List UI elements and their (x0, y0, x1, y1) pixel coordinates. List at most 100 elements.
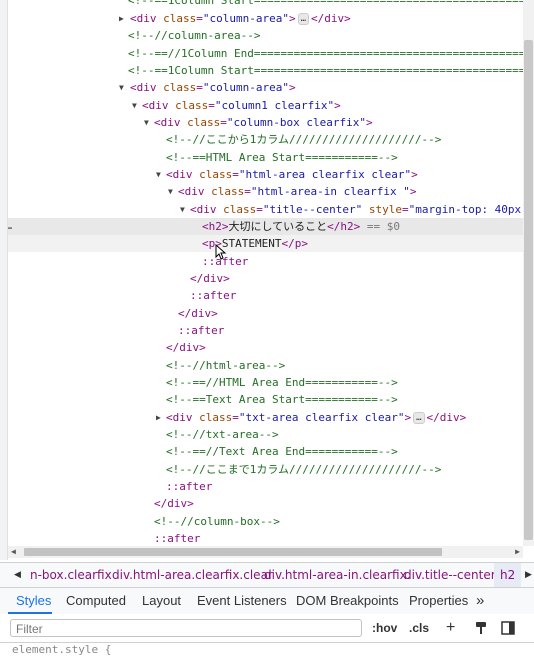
tree-row[interactable]: <!--==HTML Area Start===========--> (8, 149, 523, 166)
tree-row[interactable]: ▼ <div class="html-area-in clearfix "> (8, 183, 523, 200)
breadcrumb-item[interactable]: div.html-area.clearfix.clear (112, 563, 273, 587)
tree-row[interactable]: <!--==1Column Start=====================… (8, 0, 523, 9)
tree-row-selected[interactable]: … <h2>大切にしていること</h2> == $0 (8, 218, 523, 235)
expand-arrow-icon[interactable]: ▶ (119, 10, 124, 27)
element-node: <div class="html-area-in clearfix "> (178, 185, 417, 198)
tree-row[interactable]: <!--//ここから1カラム////////////////////--> (8, 131, 523, 148)
breadcrumb-item[interactable]: n-box.clearfix (30, 563, 112, 587)
pseudo-element-node: ::after (166, 480, 213, 493)
collapse-arrow-icon[interactable]: ▼ (119, 79, 124, 96)
comment-node: <!--==//1Column End=====================… (128, 47, 523, 60)
tree-row[interactable]: ::after (8, 287, 523, 304)
pseudo-element-node: ::after (202, 255, 249, 268)
breadcrumb-item-active[interactable]: h2 (494, 563, 522, 587)
ellipsis-button[interactable]: … (413, 412, 425, 424)
tree-row[interactable]: ▼ <div class="title--center" style="marg… (8, 201, 523, 218)
breadcrumb-left-icon[interactable]: ◀ (14, 563, 21, 587)
collapse-arrow-icon[interactable]: ▼ (156, 166, 161, 183)
scroll-right-icon[interactable]: ▶ (515, 546, 520, 558)
more-options-icon[interactable]: … (8, 218, 12, 235)
tree-row[interactable]: ▼ <div class="column1 clearfix"> (8, 97, 523, 114)
comment-node: <!--==Text Area Start===========--> (166, 393, 398, 406)
tree-row[interactable]: <p>STATEMENT</p> (8, 235, 523, 260)
scroll-left-icon[interactable]: ◀ (11, 546, 16, 558)
new-style-rule-button[interactable]: + (446, 618, 455, 638)
tab-properties[interactable]: Properties (409, 588, 468, 614)
comment-node: <!--==1Column Start=====================… (128, 0, 523, 7)
tree-row[interactable]: </div> (8, 270, 523, 287)
pseudo-element-node: ::after (190, 289, 237, 302)
tree-row[interactable]: <!--//column-area--> (8, 27, 523, 44)
collapse-arrow-icon[interactable]: ▼ (132, 97, 137, 114)
tree-row[interactable]: ::after (8, 322, 523, 339)
tab-dom-breakpoints[interactable]: DOM Breakpoints (296, 588, 399, 614)
tree-row[interactable]: </div> (8, 495, 523, 512)
filter-input[interactable]: Filter (10, 619, 362, 637)
tree-row[interactable]: <!--==1Column Start=====================… (8, 62, 523, 79)
comment-node: <!--//ここまで1カラム////////////////////--> (166, 463, 442, 476)
tree-row[interactable]: <!--==//HTML Area End===========--> (8, 374, 523, 391)
element-node: <div class="column-box clearfix"> (154, 116, 373, 129)
paint-brush-icon[interactable] (474, 621, 488, 635)
expand-arrow-icon[interactable]: ▶ (156, 409, 161, 426)
tree-row[interactable]: ▶ <div class="column-area">… </div> (8, 10, 523, 27)
pseudo-element-node: ::after (154, 532, 201, 545)
tree-row[interactable]: ::after (8, 478, 523, 495)
tab-computed[interactable]: Computed (66, 588, 126, 614)
tree-row[interactable]: ▼ <div class="column-area"> (8, 79, 523, 96)
tree-row[interactable]: ::after (8, 530, 523, 546)
horizontal-scrollbar[interactable]: ◀ ▶ (8, 546, 523, 558)
tree-row[interactable]: <!--==Text Area Start===========--> (8, 391, 523, 408)
ellipsis-button[interactable]: … (297, 13, 310, 25)
tree-row[interactable]: ::after (8, 253, 523, 270)
tree-row[interactable]: </div> (8, 305, 523, 322)
tree-row[interactable]: <!--//column-box--> (8, 513, 523, 530)
element-node: <h2>大切にしていること</h2> == $0 (202, 220, 401, 233)
more-tabs-icon[interactable]: » (476, 588, 484, 614)
class-button[interactable]: .cls (409, 618, 429, 638)
element-node: <div class="html-area clearfix clear"> (166, 168, 418, 181)
vertical-scrollbar[interactable] (523, 0, 534, 546)
horizontal-scrollbar-thumb[interactable] (24, 548, 442, 556)
closing-tag: </div> (166, 341, 206, 354)
tree-row[interactable]: ▶ <div class="txt-area clearfix clear">…… (8, 409, 523, 426)
tree-row[interactable]: ▼ <div class="html-area clearfix clear"> (8, 166, 523, 183)
breadcrumb-item[interactable]: div.html-area-in.clearfix. (264, 563, 411, 587)
closing-tag: </div> (190, 272, 230, 285)
element-style-rule[interactable]: element.style { (12, 643, 111, 657)
tree-row[interactable]: <!--==//1Column End=====================… (8, 45, 523, 62)
comment-node: <!--//html-area--> (166, 359, 286, 372)
comment-node: <!--//ここから1カラム////////////////////--> (166, 133, 442, 146)
collapse-arrow-icon[interactable]: ▼ (168, 183, 173, 200)
element-node: <div class="column1 clearfix"> (142, 99, 341, 112)
closing-tag: </div> (178, 307, 218, 320)
hover-state-button[interactable]: :hov (372, 618, 397, 638)
element-node: <div class="column-area">… </div> (130, 12, 351, 25)
tree-row[interactable]: <!--//ここまで1カラム////////////////////--> (8, 461, 523, 478)
comment-node: <!--==//Text Area End===========--> (166, 445, 398, 458)
comment-node: <!--==1Column Start=====================… (128, 64, 523, 77)
tree-row[interactable]: <!--//html-area--> (8, 357, 523, 374)
pseudo-element-node: ::after (178, 324, 225, 337)
tree-row[interactable]: ▼ <div class="column-box clearfix"> (8, 114, 523, 131)
tree-row[interactable]: </div> (8, 339, 523, 356)
tree-row[interactable]: <!--//txt-area--> (8, 426, 523, 443)
breadcrumb-item[interactable]: div.title--center (404, 563, 496, 587)
elements-tree[interactable]: <!--==1Column Start=====================… (8, 0, 523, 546)
collapse-arrow-icon[interactable]: ▼ (144, 114, 149, 131)
element-node: <div class="column-area"> (130, 81, 296, 94)
comment-node: <!--==HTML Area Start===========--> (166, 151, 398, 164)
vertical-scrollbar-thumb[interactable] (524, 40, 533, 540)
breadcrumb-right-icon[interactable]: ▶ (525, 563, 532, 587)
collapse-arrow-icon[interactable]: ▼ (180, 201, 185, 218)
styles-toolbar: Filter :hov .cls + (0, 614, 534, 643)
closing-tag: </div> (154, 497, 194, 510)
tab-styles[interactable]: Styles (16, 588, 51, 614)
tab-event-listeners[interactable]: Event Listeners (197, 588, 287, 614)
comment-node: <!--//column-box--> (154, 515, 280, 528)
tab-layout[interactable]: Layout (142, 588, 181, 614)
toggle-sidebar-icon[interactable] (501, 621, 515, 635)
element-node: <div class="txt-area clearfix clear">… </… (166, 411, 467, 424)
comment-node: <!--//column-area--> (128, 29, 261, 42)
tree-row[interactable]: <!--==//Text Area End===========--> (8, 443, 523, 460)
